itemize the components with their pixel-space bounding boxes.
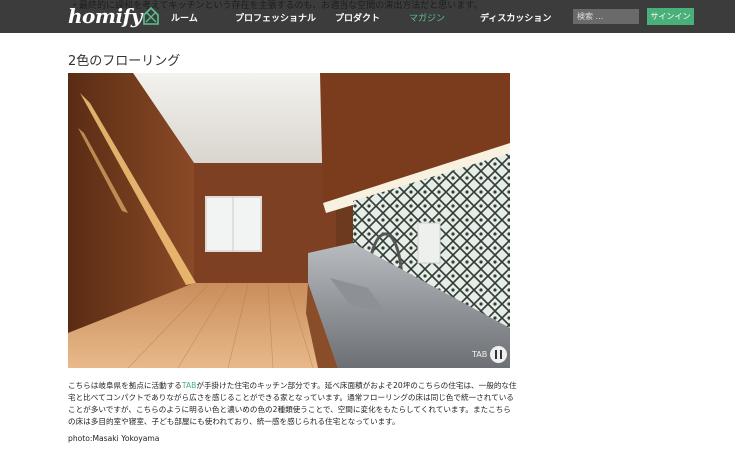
logo-text: homify: [68, 4, 142, 28]
tab-logo-icon: [490, 346, 508, 363]
tab-link[interactable]: TAB: [182, 381, 196, 390]
search-input[interactable]: [573, 9, 639, 24]
nav-item-products[interactable]: プロダクト: [335, 11, 380, 24]
nav-item-magazine[interactable]: マガジン: [409, 11, 445, 24]
kitchen-photo: [68, 73, 510, 368]
top-navigation-bar: ・最終的に調和を考えてキッチンという存在を主張するのも、お適当な空間の演出方法だ…: [0, 0, 735, 33]
homify-logo[interactable]: homify: [68, 3, 159, 29]
photo-watermark: TAB: [472, 346, 508, 363]
nav-item-professionals[interactable]: プロフェッショナル: [235, 11, 316, 24]
description-text: こちらは岐阜県を拠点に活動する: [68, 381, 182, 390]
article-title: 2色のフローリング: [68, 54, 181, 69]
signin-button[interactable]: サインイン: [647, 8, 694, 25]
house-logo-icon: [143, 7, 159, 25]
watermark-text: TAB: [472, 350, 488, 359]
nav-item-rooms[interactable]: ルーム: [171, 11, 198, 24]
kitchen-photo-illustration: [68, 73, 510, 368]
article-description: こちらは岐阜県を拠点に活動するTABが手掛けた住宅のキッチン部分です。延べ床面積…: [68, 380, 518, 428]
photo-credit: photo:Masaki Yokoyama: [68, 434, 160, 443]
nav-item-discussion[interactable]: ディスカッション: [480, 11, 551, 24]
